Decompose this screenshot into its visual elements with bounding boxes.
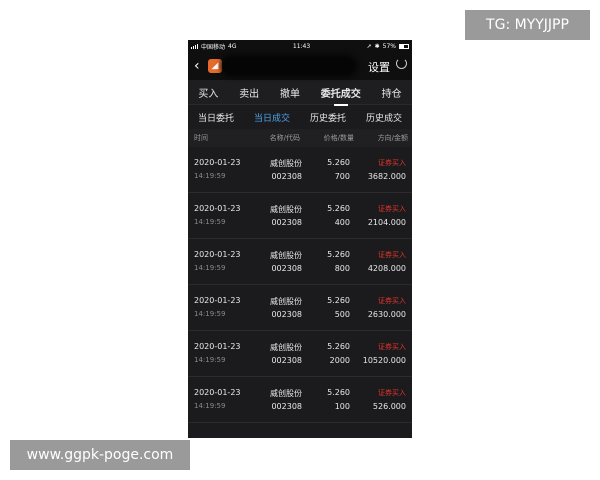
table-row[interactable]: 2020-01-23 14:19:59 威创股份 002308 5.260 70… [188, 147, 412, 193]
settings-button[interactable]: 设置 [368, 59, 390, 75]
status-bar: 中国移动 4G 11:43 ➚ ✱ 57% [188, 40, 412, 52]
trade-time: 14:19:59 [194, 310, 226, 318]
stock-code: 002308 [271, 310, 302, 319]
trade-qty: 400 [334, 218, 350, 227]
trade-list: 2020-01-23 14:19:59 威创股份 002308 5.260 70… [188, 147, 412, 423]
watermark-top: TG: MYYJJPP [465, 10, 590, 40]
table-row[interactable]: 2020-01-23 14:19:59 威创股份 002308 5.260 40… [188, 193, 412, 239]
table-row[interactable]: 2020-01-23 14:19:59 威创股份 002308 5.260 10… [188, 377, 412, 423]
stock-name: 威创股份 [270, 251, 302, 260]
subtab-history-orders[interactable]: 历史委托 [310, 111, 346, 124]
trade-price: 5.260 [327, 204, 350, 213]
stock-code: 002308 [271, 172, 302, 181]
table-row[interactable]: 2020-01-23 14:19:59 威创股份 002308 5.260 80… [188, 239, 412, 285]
trade-date: 2020-01-23 [194, 388, 241, 397]
refresh-icon[interactable] [396, 58, 407, 69]
tab-cancel[interactable]: 撤单 [280, 85, 300, 100]
trade-time: 14:19:59 [194, 218, 226, 226]
back-chevron-icon[interactable]: ‹ [194, 58, 206, 74]
stock-name: 威创股份 [270, 343, 302, 352]
signal-icon [191, 43, 198, 49]
battery-percent: 57% [382, 42, 396, 50]
subtab-history-trades[interactable]: 历史成交 [366, 111, 402, 124]
tab-buy[interactable]: 买入 [198, 85, 218, 100]
stock-code: 002308 [271, 218, 302, 227]
title-bar: ‹ ◢ 设置 [188, 52, 412, 80]
trade-qty: 100 [334, 402, 350, 411]
trade-date: 2020-01-23 [194, 342, 241, 351]
bluetooth-icon: ✱ [374, 42, 380, 50]
trade-direction: 证券买入 [378, 343, 406, 351]
trade-price: 5.260 [327, 250, 350, 259]
trade-time: 14:19:59 [194, 264, 226, 272]
watermark-bottom: www.ggpk-poge.com [10, 440, 190, 470]
stock-name: 威创股份 [270, 205, 302, 214]
carrier-label: 中国移动 [201, 43, 226, 51]
trade-qty: 700 [334, 172, 350, 181]
trade-direction: 证券买入 [378, 389, 406, 397]
trade-price: 5.260 [327, 296, 350, 305]
stock-name: 威创股份 [270, 159, 302, 168]
main-tabs: 买入 卖出 撤单 委托成交 持仓 [188, 80, 412, 105]
col-direction-amount: 方向/金额 [377, 134, 408, 142]
col-name-code: 名称/代码 [269, 134, 300, 142]
trade-price: 5.260 [327, 388, 350, 397]
trade-amount: 4208.000 [367, 264, 406, 273]
app-logo-icon: ◢ [208, 59, 222, 73]
trade-amount: 526.000 [372, 402, 406, 411]
trade-date: 2020-01-23 [194, 204, 241, 213]
battery-icon [399, 43, 409, 49]
trade-qty: 500 [334, 310, 350, 319]
trade-amount: 2630.000 [367, 310, 406, 319]
col-price-qty: 价格/数量 [323, 134, 354, 142]
trade-price: 5.260 [327, 342, 350, 351]
trade-amount: 10520.000 [362, 356, 406, 365]
tab-positions[interactable]: 持仓 [382, 85, 402, 100]
trade-price: 5.260 [327, 158, 350, 167]
trade-direction: 证券买入 [378, 297, 406, 305]
trade-amount: 3682.000 [367, 172, 406, 181]
trade-time: 14:19:59 [194, 402, 226, 410]
stock-name: 威创股份 [270, 297, 302, 306]
stock-code: 002308 [271, 356, 302, 365]
clock-label: 11:43 [292, 42, 311, 50]
trade-direction: 证券买入 [378, 205, 406, 213]
trade-direction: 证券买入 [378, 159, 406, 167]
stock-code: 002308 [271, 402, 302, 411]
column-header: 时间 名称/代码 价格/数量 方向/金额 [188, 129, 412, 147]
trade-amount: 2104.000 [367, 218, 406, 227]
col-time: 时间 [194, 134, 208, 142]
trade-time: 14:19:59 [194, 172, 226, 180]
stock-code: 002308 [271, 264, 302, 273]
subtab-today-trades[interactable]: 当日成交 [254, 111, 290, 124]
trade-time: 14:19:59 [194, 356, 226, 364]
tab-sell[interactable]: 卖出 [239, 85, 259, 100]
phone-screen: 中国移动 4G 11:43 ➚ ✱ 57% ‹ ◢ 设置 买入 卖出 撤单 委托… [188, 40, 412, 438]
trade-date: 2020-01-23 [194, 296, 241, 305]
table-row[interactable]: 2020-01-23 14:19:59 威创股份 002308 5.260 50… [188, 285, 412, 331]
trade-direction: 证券买入 [378, 251, 406, 259]
trade-date: 2020-01-23 [194, 158, 241, 167]
subtab-today-orders[interactable]: 当日委托 [198, 111, 234, 124]
table-row[interactable]: 2020-01-23 14:19:59 威创股份 002308 5.260 20… [188, 331, 412, 377]
location-icon: ➚ [366, 42, 372, 50]
network-label: 4G [228, 42, 237, 50]
redacted-account-name [224, 58, 354, 74]
trade-qty: 800 [334, 264, 350, 273]
stock-name: 威创股份 [270, 389, 302, 398]
tab-orders-trades[interactable]: 委托成交 [321, 85, 361, 100]
trade-qty: 2000 [329, 356, 350, 365]
sub-tabs: 当日委托 当日成交 历史委托 历史成交 [188, 105, 412, 129]
trade-date: 2020-01-23 [194, 250, 241, 259]
